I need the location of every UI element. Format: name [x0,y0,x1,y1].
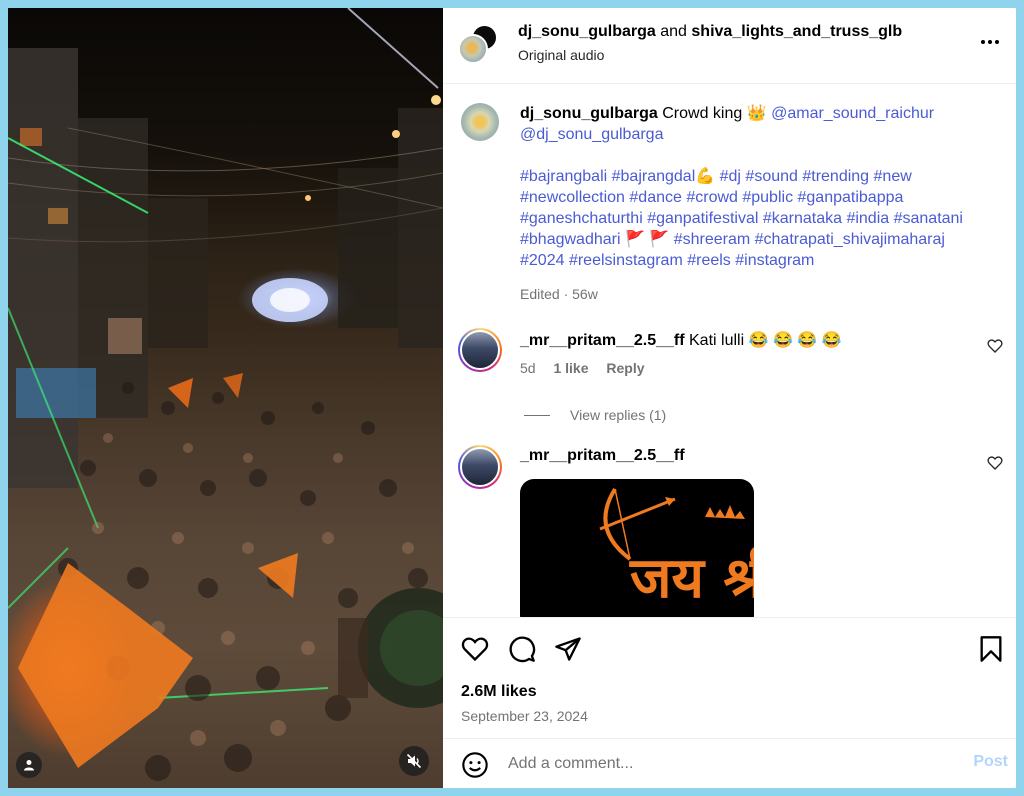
caption-text: dj_sonu_gulbarga Crowd king 👑 @amar_soun… [520,103,985,271]
likes-count[interactable]: 2.6M likes [461,683,537,701]
caption-meta: Edited · 56w [520,286,598,302]
view-replies-button[interactable]: View replies (1) [524,407,666,423]
caption-body: Crowd king 👑 [657,105,772,122]
reply-button[interactable]: Reply [606,360,644,376]
post-actions: 2.6M likes September 23, 2024 [443,617,1016,738]
comment-input[interactable] [508,750,948,778]
bookmark-icon[interactable] [976,634,1006,664]
gif-text: जय श्री राम [629,545,754,611]
heart-icon[interactable] [987,455,1003,471]
comment-username[interactable]: _mr__pritam__2.5__ff [520,332,685,349]
hashtag-line[interactable]: #ganeshchaturthi #ganpatifestival #karna… [520,210,963,227]
collab-conjunction: and [655,23,692,40]
avatar[interactable] [458,328,502,372]
hashtag-line[interactable]: #bhagwadhari 🚩 🚩 #shreeram #chatrapati_s… [520,231,945,248]
avatar[interactable] [458,445,502,489]
view-replies-label: View replies (1) [570,407,667,423]
post-date: September 23, 2024 [461,708,588,724]
comment-age: 5d [520,360,536,376]
avatar[interactable] [458,34,488,64]
comments-section[interactable]: dj_sonu_gulbarga Crowd king 👑 @amar_soun… [443,85,1016,617]
comment-text: _mr__pritam__2.5__ff Kati lulli 😂 😂 😂 😂 [520,330,842,350]
comment-meta: 5d 1 like Reply [520,360,659,376]
muted-speaker-icon[interactable] [399,746,429,776]
comment-text: _mr__pritam__2.5__ff [520,447,685,465]
mention-link[interactable]: @dj_sonu_gulbarga [520,126,663,143]
post-modal: dj_sonu_gulbarga and shiva_lights_and_tr… [8,8,1016,788]
comment-likes-count[interactable]: 1 like [553,360,588,376]
post-header: dj_sonu_gulbarga and shiva_lights_and_tr… [443,8,1016,84]
collaborator-username[interactable]: shiva_lights_and_truss_glb [691,23,902,40]
comment-username[interactable]: _mr__pritam__2.5__ff [520,447,685,464]
more-horizontal-icon[interactable] [976,30,1004,54]
comment-icon[interactable] [507,634,537,664]
emoji-icon[interactable] [461,751,489,779]
audio-link[interactable]: Original audio [518,47,604,63]
paper-plane-icon[interactable] [553,634,583,664]
post-side-panel: dj_sonu_gulbarga and shiva_lights_and_tr… [443,8,1016,788]
hashtag-line[interactable]: #bajrangbali #bajrangdal💪 #dj #sound #tr… [520,168,912,185]
comment-body: Kati lulli 😂 😂 😂 😂 [684,332,842,349]
heart-icon[interactable] [987,338,1003,354]
collab-avatars[interactable] [458,24,498,64]
reel-video[interactable] [8,8,443,788]
hashtag-line[interactable]: #2024 #reelsinstagram #reels #instagram [520,252,814,269]
crowd-scene-image [8,8,443,781]
author-username[interactable]: dj_sonu_gulbarga [518,23,656,40]
caption-username[interactable]: dj_sonu_gulbarga [520,105,658,122]
post-button[interactable]: Post [973,753,1008,771]
add-comment-bar: Post [443,738,1016,788]
avatar[interactable] [461,103,499,141]
user-tag-icon[interactable] [16,752,42,778]
heart-icon[interactable] [460,634,490,664]
hashtag-line[interactable]: #newcollection #dance #crowd #public #ga… [520,189,903,206]
collab-usernames: dj_sonu_gulbarga and shiva_lights_and_tr… [518,23,902,41]
comment-gif[interactable]: जय श्री राम [520,479,754,617]
mention-link[interactable]: @amar_sound_raichur [771,105,934,122]
